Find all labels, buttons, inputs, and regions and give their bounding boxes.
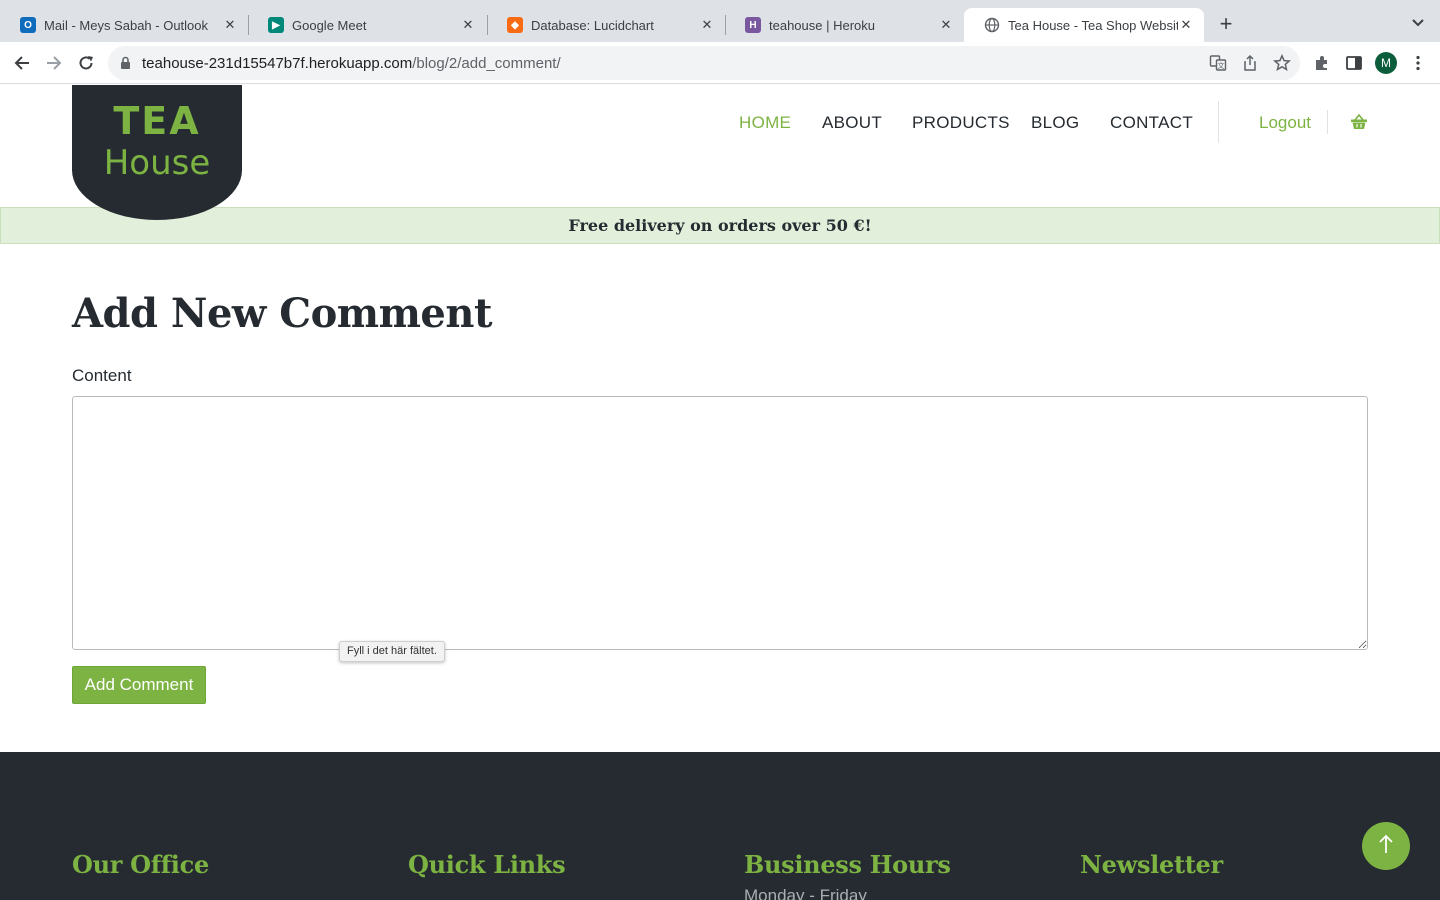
nav-home[interactable]: HOME [739,113,791,133]
lucidchart-icon: ◆ [507,17,523,33]
star-bookmark-icon[interactable] [1272,53,1292,72]
nav-about[interactable]: ABOUT [822,113,882,133]
google-meet-icon: ▶ [268,17,284,33]
globe-icon [984,17,1000,33]
close-icon[interactable]: ✕ [938,17,954,33]
extensions-puzzle-icon[interactable] [1310,51,1334,75]
url-text: teahouse-231d15547b7f.herokuapp.com/blog… [142,55,561,72]
share-icon[interactable] [1241,54,1259,72]
delivery-banner: Free delivery on orders over 50 €! [0,207,1440,244]
site-logo[interactable]: TEA House [72,85,242,220]
profile-avatar[interactable]: M [1375,52,1397,74]
forward-arrow-icon[interactable] [42,51,66,75]
browser-tab-outlook[interactable]: O Mail - Meys Sabah - Outlook ✕ [0,8,248,42]
site-footer: Our Office Quick Links Business Hours Ne… [0,752,1440,900]
footer-heading-hours: Business Hours [744,850,951,879]
logo-text-line2: House [103,143,211,183]
tab-title: Google Meet [292,17,367,33]
browser-tab-meet[interactable]: ▶ Google Meet ✕ [248,8,486,42]
chevron-down-icon[interactable] [1408,13,1428,33]
nav-blog[interactable]: BLOG [1031,113,1079,133]
logout-link[interactable]: Logout [1259,113,1311,133]
website: TEA House HOME ABOUT PRODUCTS BLOG CONTA… [0,85,1440,900]
back-to-top-button[interactable] [1362,822,1410,870]
new-tab-button[interactable]: + [1214,12,1238,36]
close-icon[interactable]: ✕ [460,17,476,33]
shopping-basket-icon[interactable] [1350,113,1368,131]
content-textarea[interactable] [72,396,1368,650]
svg-text:文: 文 [1218,61,1225,70]
more-menu-icon[interactable] [1406,51,1430,75]
nav-divider [1218,101,1219,143]
lock-icon [120,56,131,75]
browser-tab-strip: O Mail - Meys Sabah - Outlook ✕ ▶ Google… [0,0,1440,42]
page-title: Add New Comment [72,290,492,337]
close-icon[interactable]: ✕ [699,17,715,33]
nav-divider [1327,110,1328,134]
tab-title: teahouse | Heroku [769,17,875,33]
side-panel-icon[interactable] [1342,51,1366,75]
content-label: Content [72,366,132,385]
footer-heading-newsletter: Newsletter [1080,850,1223,879]
nav-products[interactable]: PRODUCTS [912,113,1010,133]
add-comment-button[interactable]: Add Comment [72,666,206,704]
close-icon[interactable]: ✕ [1178,17,1194,33]
footer-heading-office: Our Office [72,850,209,879]
tab-title: Tea House - Tea Shop Website [1008,17,1178,33]
outlook-icon: O [20,17,36,33]
business-hours-days: Monday - Friday [744,886,867,900]
reload-icon[interactable] [74,51,98,75]
browser-tab-lucidchart[interactable]: ◆ Database: Lucidchart ✕ [487,8,725,42]
back-arrow-icon[interactable] [10,51,34,75]
close-icon[interactable]: ✕ [222,17,238,33]
tab-title: Mail - Meys Sabah - Outlook [44,17,209,33]
url-host: teahouse-231d15547b7f.herokuapp.com [142,55,413,72]
tab-title: Database: Lucidchart [531,17,654,33]
nav-contact[interactable]: CONTACT [1110,113,1193,133]
browser-tab-heroku[interactable]: H teahouse | Heroku ✕ [725,8,964,42]
url-path: /blog/2/add_comment/ [412,55,561,72]
address-bar[interactable]: teahouse-231d15547b7f.herokuapp.com/blog… [108,46,1300,80]
footer-heading-links: Quick Links [408,850,566,879]
heroku-icon: H [745,17,761,33]
validation-tooltip: Fyll i det här fältet. [339,641,445,662]
logo-text-line1: TEA [113,99,201,143]
translate-icon[interactable]: 文 [1209,54,1227,72]
arrow-up-icon [1376,833,1396,860]
browser-toolbar: teahouse-231d15547b7f.herokuapp.com/blog… [0,42,1440,84]
browser-tab-teahouse[interactable]: Tea House - Tea Shop Website ✕ [964,8,1204,42]
